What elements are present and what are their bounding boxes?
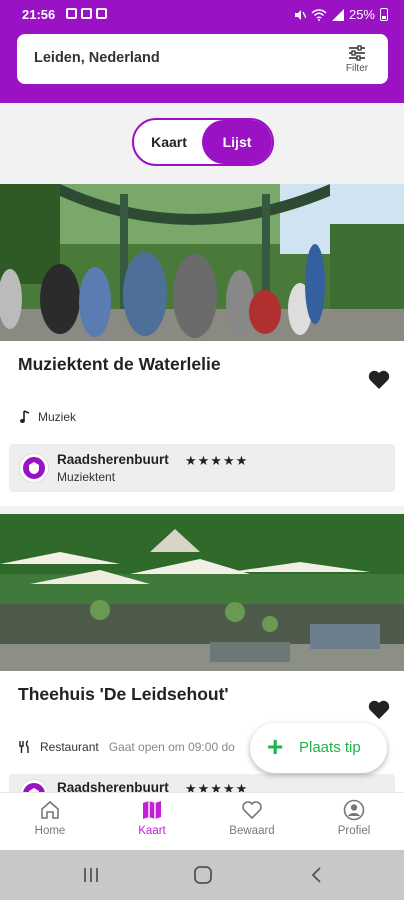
system-navigation: [0, 850, 404, 900]
add-tip-button[interactable]: + Plaats tip: [250, 723, 387, 773]
wifi-icon: [311, 8, 327, 21]
place-title: Muziektent de Waterlelie: [18, 354, 221, 374]
place-card[interactable]: Muziektent de Waterlelie Muziek Raadsher…: [0, 184, 404, 506]
plus-icon: +: [267, 731, 284, 762]
heart-icon[interactable]: [368, 700, 390, 720]
heart-outline-icon: [242, 801, 262, 820]
back-icon[interactable]: [310, 866, 324, 884]
home-system-icon[interactable]: [193, 866, 213, 884]
nav-saved-label: Bewaard: [229, 825, 275, 837]
add-tip-label: Plaats tip: [299, 739, 361, 756]
notification-icon: [66, 8, 77, 19]
nav-profile[interactable]: Profiel: [314, 799, 394, 837]
battery-percent: 25%: [348, 7, 375, 22]
toggle-map[interactable]: Kaart: [134, 120, 204, 164]
nav-profile-label: Profiel: [337, 825, 371, 837]
place-category: Restaurant Gaat open om 09:00 do: [18, 740, 235, 754]
notification-icon: [81, 8, 92, 19]
toggle-list[interactable]: Lijst: [202, 120, 272, 164]
place-category: Muziek: [20, 410, 76, 424]
place-photo: [0, 514, 404, 671]
notification-icons: [66, 8, 107, 19]
crest-icon: [29, 462, 39, 474]
bottom-navigation: Home Kaart Bewaard Profiel: [0, 792, 404, 850]
location-search[interactable]: Leiden, Nederland Filter: [17, 34, 388, 84]
status-right: 25%: [294, 7, 388, 22]
home-icon: [41, 800, 59, 819]
nav-map-label: Kaart: [138, 825, 166, 837]
map-icon: [143, 801, 161, 819]
filter-label: Filter: [345, 63, 369, 74]
location-text: Leiden, Nederland: [34, 50, 160, 66]
view-toggle: Kaart Lijst: [132, 118, 274, 166]
opening-hours: Gaat open om 09:00 do: [108, 740, 235, 754]
filter-icon: [349, 45, 365, 61]
rating-stars: ★★★★★: [185, 453, 249, 468]
cutlery-icon: [19, 740, 29, 753]
heart-icon[interactable]: [368, 370, 390, 390]
neighborhood-sub: Muziektent: [57, 470, 116, 484]
nav-home[interactable]: Home: [10, 799, 90, 837]
neighborhood-box[interactable]: Raadsherenbuurt ★★★★★ Muziektent: [9, 444, 395, 492]
profile-icon: [343, 799, 365, 821]
filter-button[interactable]: Filter: [342, 45, 372, 74]
nav-home-label: Home: [34, 825, 66, 837]
music-note-icon: [20, 410, 30, 423]
notification-icon: [96, 8, 107, 19]
status-bar: 21:56 25%: [0, 0, 404, 30]
status-time: 21:56: [22, 7, 56, 22]
category-label: Restaurant: [40, 740, 99, 754]
category-label: Muziek: [38, 410, 77, 424]
neighborhood-name: Raadsherenbuurt: [57, 452, 169, 467]
nav-map[interactable]: Kaart: [112, 799, 192, 837]
place-photo: [0, 184, 404, 341]
neighborhood-logo: [20, 454, 48, 482]
nav-saved[interactable]: Bewaard: [212, 799, 292, 837]
battery-icon: [380, 8, 388, 21]
recent-apps-icon[interactable]: [82, 866, 100, 884]
app-header: 21:56 25% Leiden, Nederland Filter: [0, 0, 404, 103]
signal-icon: [331, 8, 344, 21]
mute-icon: [294, 9, 306, 20]
place-title: Theehuis 'De Leidsehout': [18, 684, 229, 704]
